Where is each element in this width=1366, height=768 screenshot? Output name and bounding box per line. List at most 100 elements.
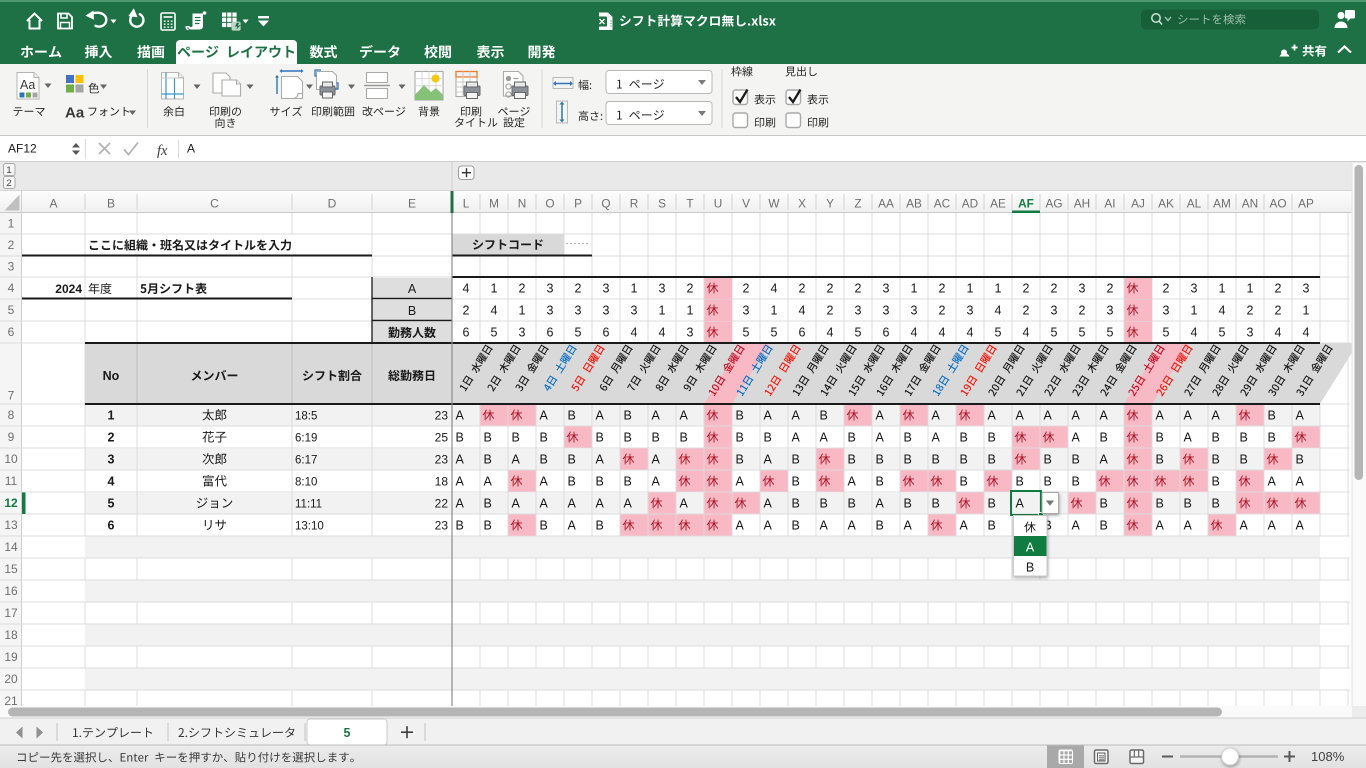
svg-text:B: B xyxy=(540,431,548,445)
svg-text:6: 6 xyxy=(603,326,610,340)
svg-text:A: A xyxy=(932,409,941,423)
svg-text:2: 2 xyxy=(1275,282,1282,296)
svg-text:2: 2 xyxy=(1275,304,1282,318)
svg-text:A: A xyxy=(764,453,773,467)
svg-text:2: 2 xyxy=(6,178,11,189)
svg-text:2: 2 xyxy=(1023,282,1030,296)
svg-text:5: 5 xyxy=(491,326,498,340)
svg-text:A: A xyxy=(792,431,801,445)
svg-text:AP: AP xyxy=(1298,197,1314,211)
svg-text:B: B xyxy=(1212,475,1220,489)
svg-text:1: 1 xyxy=(967,282,974,296)
svg-text:A: A xyxy=(960,519,969,533)
svg-text:B: B xyxy=(1212,431,1220,445)
svg-text:6:17: 6:17 xyxy=(295,455,317,467)
svg-text:3: 3 xyxy=(1107,304,1114,318)
svg-text:5: 5 xyxy=(1219,326,1226,340)
svg-text:B: B xyxy=(820,409,828,423)
svg-text:A: A xyxy=(680,409,689,423)
svg-text:A: A xyxy=(736,475,745,489)
svg-text:A: A xyxy=(876,431,885,445)
svg-text:B: B xyxy=(568,475,576,489)
svg-text:A: A xyxy=(876,497,885,511)
svg-text:A: A xyxy=(540,497,549,511)
svg-text:3: 3 xyxy=(108,453,115,467)
svg-text:A: A xyxy=(652,409,661,423)
svg-text:O: O xyxy=(545,197,554,211)
svg-text:3: 3 xyxy=(1079,282,1086,296)
svg-text:No: No xyxy=(103,369,120,383)
svg-text:5: 5 xyxy=(1163,326,1170,340)
svg-text:B: B xyxy=(1184,497,1192,511)
svg-text:20: 20 xyxy=(4,672,18,686)
svg-text:A: A xyxy=(408,282,417,296)
svg-text:B: B xyxy=(484,431,492,445)
svg-text:25: 25 xyxy=(435,431,449,445)
svg-text:A: A xyxy=(1212,409,1221,423)
svg-text:5: 5 xyxy=(344,726,351,740)
svg-text:2: 2 xyxy=(1163,282,1170,296)
svg-text:A: A xyxy=(596,409,605,423)
svg-text:2: 2 xyxy=(463,304,470,318)
svg-text:B: B xyxy=(1100,497,1108,511)
svg-text:L: L xyxy=(463,197,470,211)
svg-text:A: A xyxy=(736,519,745,533)
svg-text:B: B xyxy=(736,409,744,423)
svg-text:2: 2 xyxy=(827,304,834,318)
svg-text:B: B xyxy=(484,497,492,511)
svg-text:A: A xyxy=(596,453,605,467)
svg-text:AG: AG xyxy=(1045,197,1062,211)
svg-text:18: 18 xyxy=(4,628,18,642)
svg-text:B: B xyxy=(456,431,464,445)
svg-text:T: T xyxy=(686,197,693,211)
svg-text:6: 6 xyxy=(8,325,15,339)
svg-text:B: B xyxy=(848,497,856,511)
svg-text:B: B xyxy=(1100,519,1108,533)
svg-text:B: B xyxy=(960,453,968,467)
svg-text:5: 5 xyxy=(1051,326,1058,340)
svg-text:5: 5 xyxy=(855,326,862,340)
svg-text:7: 7 xyxy=(8,389,15,403)
svg-text:A: A xyxy=(1156,519,1165,533)
svg-text:11:11: 11:11 xyxy=(295,499,322,511)
svg-text:2: 2 xyxy=(8,238,15,252)
svg-text:2: 2 xyxy=(687,282,694,296)
svg-text:2: 2 xyxy=(1051,282,1058,296)
svg-text:B: B xyxy=(792,453,800,467)
svg-text:Aa: Aa xyxy=(65,105,85,122)
svg-text:1: 1 xyxy=(6,165,11,176)
svg-text:23: 23 xyxy=(435,409,449,423)
svg-text:2: 2 xyxy=(939,282,946,296)
svg-text:1: 1 xyxy=(519,304,526,318)
svg-text:U: U xyxy=(714,197,723,211)
svg-text:5: 5 xyxy=(1079,326,1086,340)
svg-text:A: A xyxy=(456,409,465,423)
svg-text:3: 3 xyxy=(547,304,554,318)
svg-text:B: B xyxy=(568,453,576,467)
svg-text:E: E xyxy=(408,197,416,211)
svg-text:3: 3 xyxy=(519,326,526,340)
svg-text:15: 15 xyxy=(4,562,18,576)
svg-text:A: A xyxy=(680,497,689,511)
svg-text:21: 21 xyxy=(4,694,18,708)
svg-text:A: A xyxy=(1296,519,1305,533)
svg-text:4: 4 xyxy=(631,326,638,340)
svg-text:A: A xyxy=(652,475,661,489)
svg-text:3: 3 xyxy=(603,304,610,318)
svg-text:B: B xyxy=(792,519,800,533)
svg-text:2: 2 xyxy=(855,282,862,296)
svg-text:B: B xyxy=(1240,431,1248,445)
svg-text:3: 3 xyxy=(967,304,974,318)
svg-text:1: 1 xyxy=(1303,304,1310,318)
svg-text:2: 2 xyxy=(939,304,946,318)
svg-text:1: 1 xyxy=(1247,282,1254,296)
svg-text:A: A xyxy=(820,519,829,533)
svg-text:3: 3 xyxy=(1163,304,1170,318)
svg-text:A: A xyxy=(1296,409,1305,423)
svg-text:B: B xyxy=(540,519,548,533)
svg-text:23: 23 xyxy=(435,453,449,467)
svg-text:B: B xyxy=(792,475,800,489)
svg-text:AN: AN xyxy=(1242,197,1258,211)
svg-text:1: 1 xyxy=(1191,304,1198,318)
svg-text:B: B xyxy=(1240,453,1248,467)
